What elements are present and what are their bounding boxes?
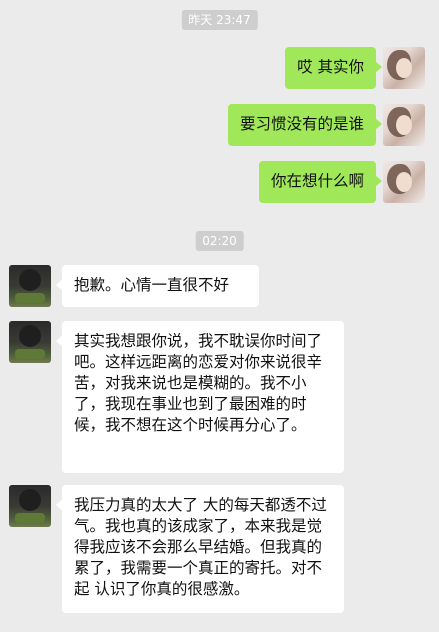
message-bubble-outgoing[interactable]: 哎 其实你 (285, 47, 382, 89)
my-avatar[interactable] (383, 161, 425, 203)
message-bubble-incoming[interactable]: 我压力真的太大了 大的每天都透不过气。我也真的该成家了，本来我是觉得我应该不会那… (56, 485, 344, 613)
message-bubble-incoming[interactable]: 抱歉。心情一直很不好 (56, 265, 259, 307)
message-bubble-incoming[interactable]: 其实我想跟你说，我不耽误你时间了吧。这样远距离的恋爱对你来说很辛苦，对我来说也是… (56, 321, 344, 473)
contact-avatar[interactable] (9, 321, 51, 363)
my-avatar[interactable] (383, 47, 425, 89)
contact-avatar[interactable] (9, 485, 51, 527)
timestamp-label: 02:20 (195, 231, 244, 251)
contact-avatar[interactable] (9, 265, 51, 307)
my-avatar[interactable] (383, 104, 425, 146)
timestamp-label: 昨天 23:47 (181, 10, 258, 30)
chat-view[interactable]: 昨天 23:47 哎 其实你 要习惯没有的是谁 你在想什么啊 02:20 抱歉。… (0, 0, 439, 632)
message-bubble-outgoing[interactable]: 要习惯没有的是谁 (227, 104, 383, 146)
message-bubble-outgoing[interactable]: 你在想什么啊 (258, 161, 383, 203)
